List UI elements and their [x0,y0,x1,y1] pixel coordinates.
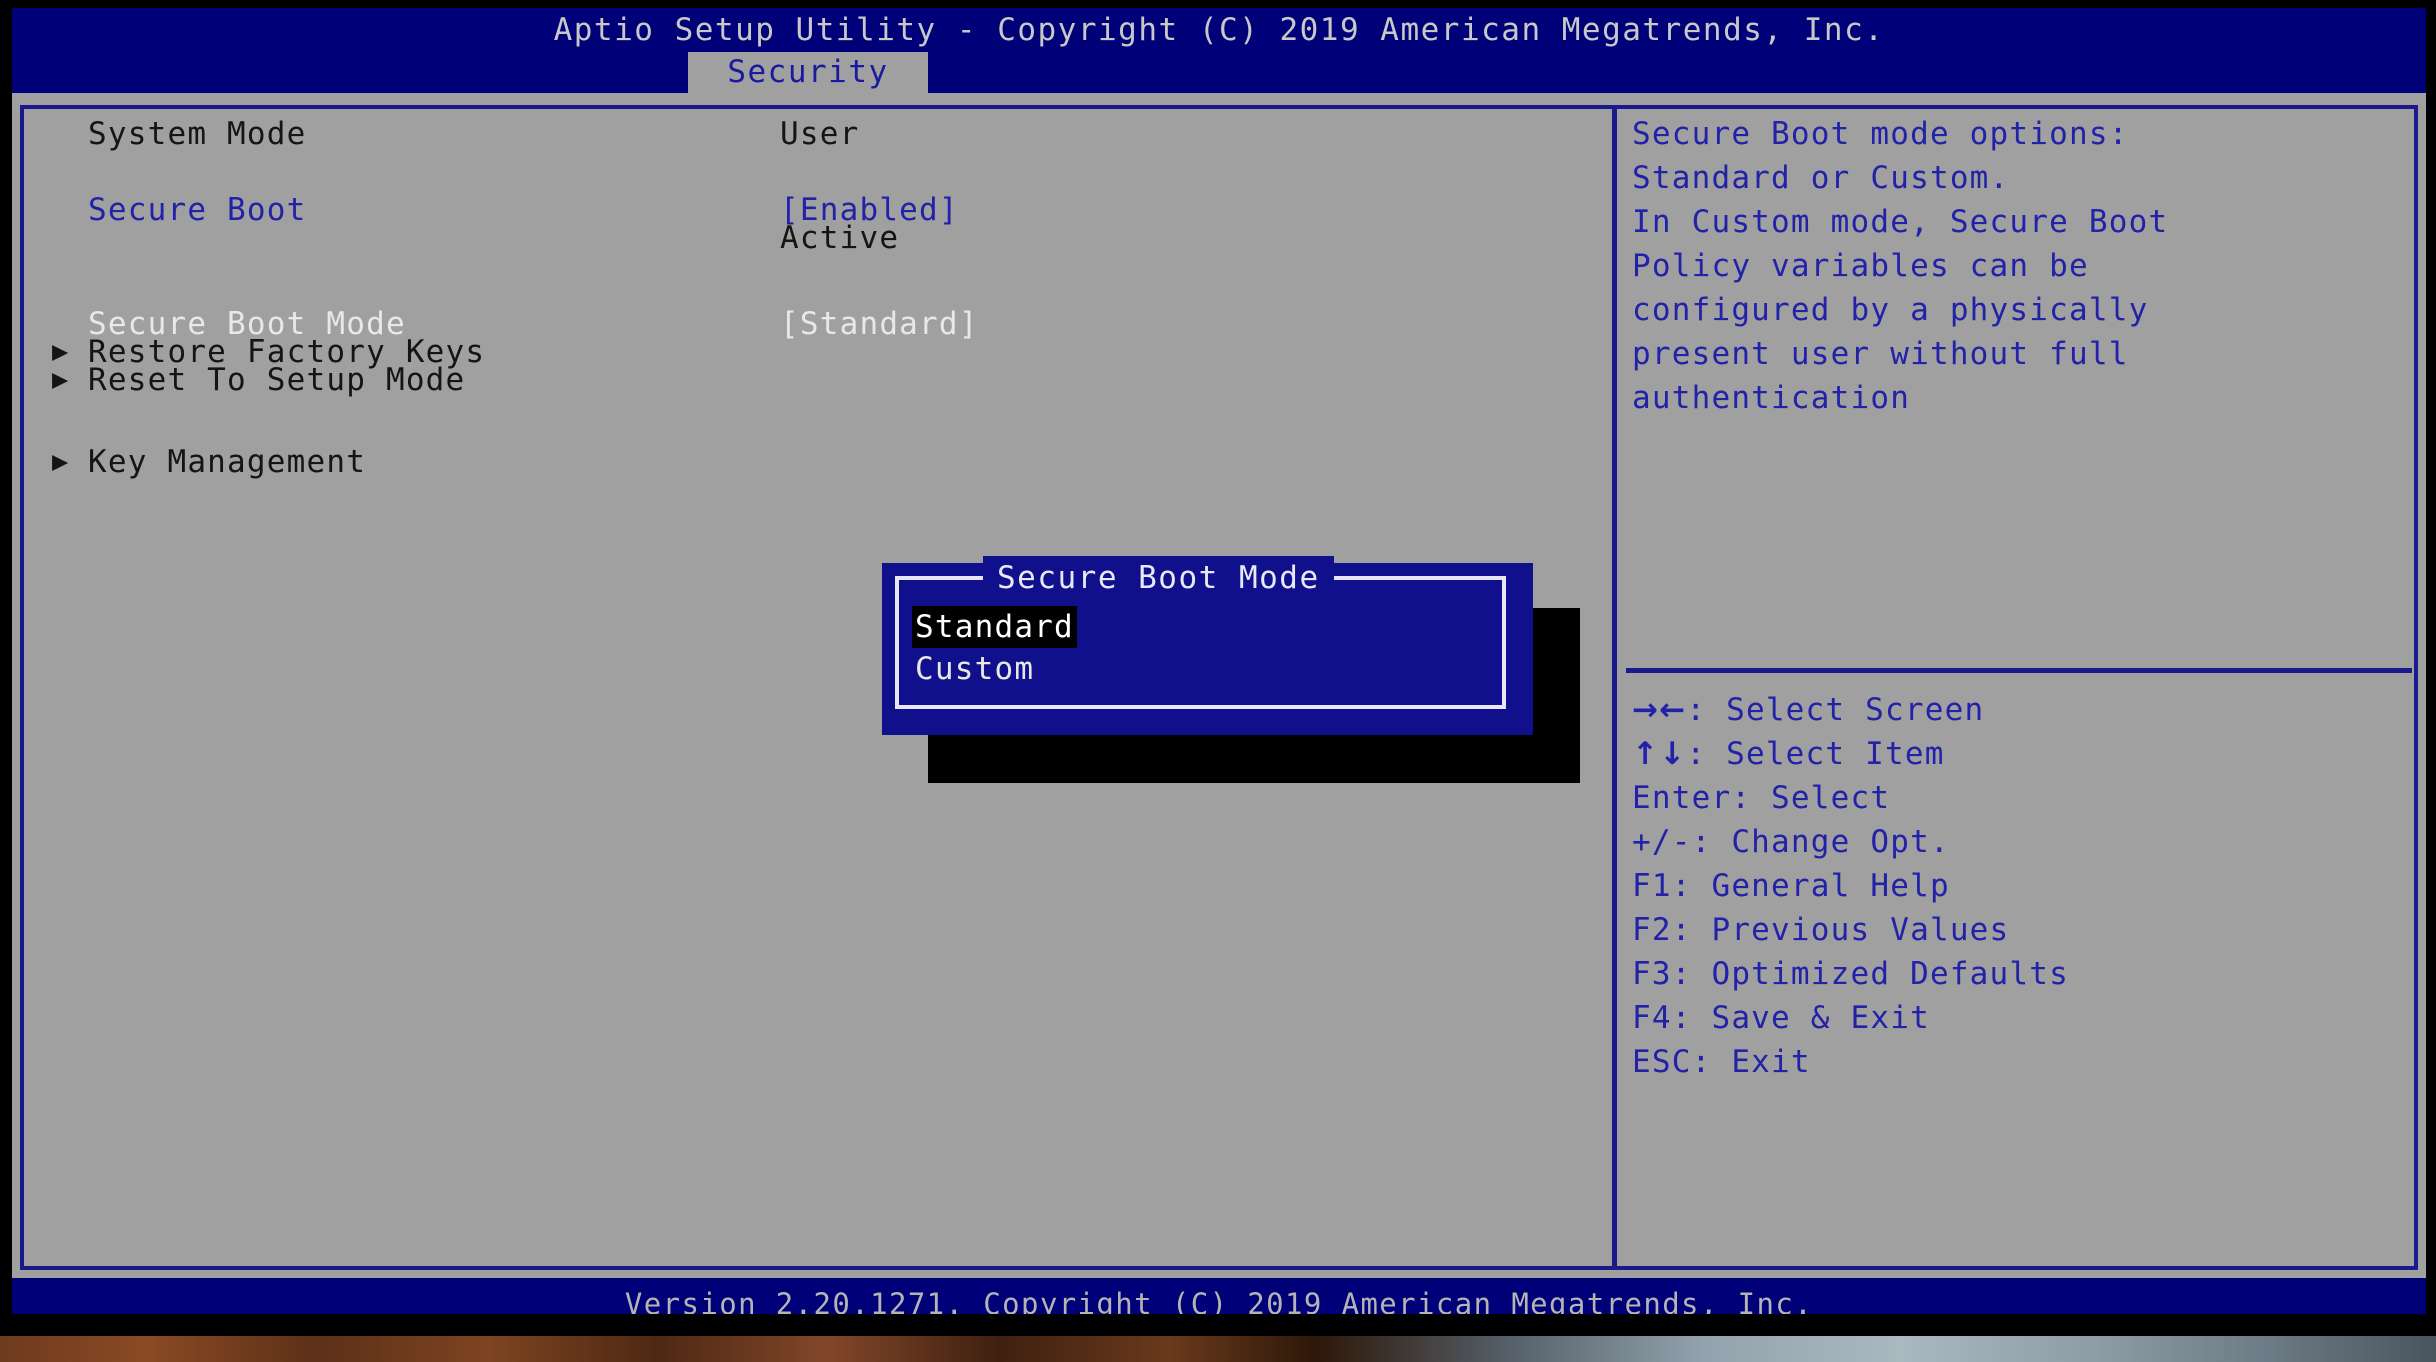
setting-row[interactable]: ▶ Reset To Setup Mode [30,358,1605,402]
help-text-line: Secure Boot mode options: [1632,116,2129,152]
legend-label: ESC: Exit [1632,1044,1811,1080]
help-text-line: In Custom mode, Secure Boot [1632,204,2169,240]
legend-label: F3: Optimized Defaults [1632,956,2069,992]
arrow-keys-icon: →← [1632,692,1687,728]
popup-option[interactable]: Custom [912,648,1037,690]
bezel-top [0,0,2436,8]
help-text-line: authentication [1632,380,1911,416]
setting-value[interactable]: User [780,112,859,156]
legend-label: F4: Save & Exit [1632,1000,1930,1036]
help-horizontal-divider [1626,668,2412,673]
legend-item: ↑↓: Select Item [1632,732,2422,776]
title-bar: Aptio Setup Utility - Copyright (C) 2019… [12,8,2426,52]
setting-label: Key Management [88,444,367,480]
panel-vertical-divider [1612,105,1617,1270]
legend-item: ESC: Exit [1632,1040,2422,1084]
app-title: Aptio Setup Utility - Copyright (C) 2019… [553,12,1885,48]
legend-label: +/-: Change Opt. [1632,824,1950,860]
legend-item: +/-: Change Opt. [1632,820,2422,864]
popup-title: Secure Boot Mode [983,556,1334,600]
key-legend: →←: Select Screen ↑↓: Select Item Enter: S… [1632,688,2422,1084]
help-text-line: Standard or Custom. [1632,160,2010,196]
legend-item: F4: Save & Exit [1632,996,2422,1040]
setting-label: System Mode [88,116,307,152]
bezel-left [0,0,12,1362]
legend-label: : Select Item [1686,736,1945,772]
legend-item: Enter: Select [1632,776,2422,820]
setting-row: Active [30,216,1605,260]
submenu-arrow-icon: ▶ [52,364,70,395]
setting-value[interactable]: Active [780,216,899,260]
legend-item: F1: General Help [1632,864,2422,908]
tab-security[interactable]: Security [688,52,928,93]
arrow-keys-icon: ↑↓ [1632,736,1687,772]
legend-item: F2: Previous Values [1632,908,2422,952]
secure-boot-mode-popup: Secure Boot Mode Standard Custom [882,556,1533,735]
help-pane: Secure Boot mode options: Standard or Cus… [1632,112,2422,420]
legend-label: Enter: Select [1632,780,1891,816]
popup-option-selected[interactable]: Standard [912,606,1077,648]
desk-surface-strip [0,1336,2436,1362]
bios-setup-screen: Aptio Setup Utility - Copyright (C) 2019… [0,0,2436,1362]
submenu-arrow-icon: ▶ [52,446,70,477]
help-text-line: present user without full [1632,336,2129,372]
setting-row[interactable]: System Mode User [30,112,1605,156]
legend-label: : Select Screen [1686,692,1985,728]
legend-item: F3: Optimized Defaults [1632,952,2422,996]
legend-label: F1: General Help [1632,868,1950,904]
tab-bar: Security [12,52,2426,93]
setting-row[interactable]: ▶ Key Management [30,440,1605,484]
legend-item: →←: Select Screen [1632,688,2422,732]
bezel-right [2426,0,2436,1362]
help-text-line: Policy variables can be [1632,248,2089,284]
help-text-line: configured by a physically [1632,292,2149,328]
legend-label: F2: Previous Values [1632,912,2010,948]
desk-gap [0,1314,2436,1336]
setting-label: Reset To Setup Mode [88,362,466,398]
